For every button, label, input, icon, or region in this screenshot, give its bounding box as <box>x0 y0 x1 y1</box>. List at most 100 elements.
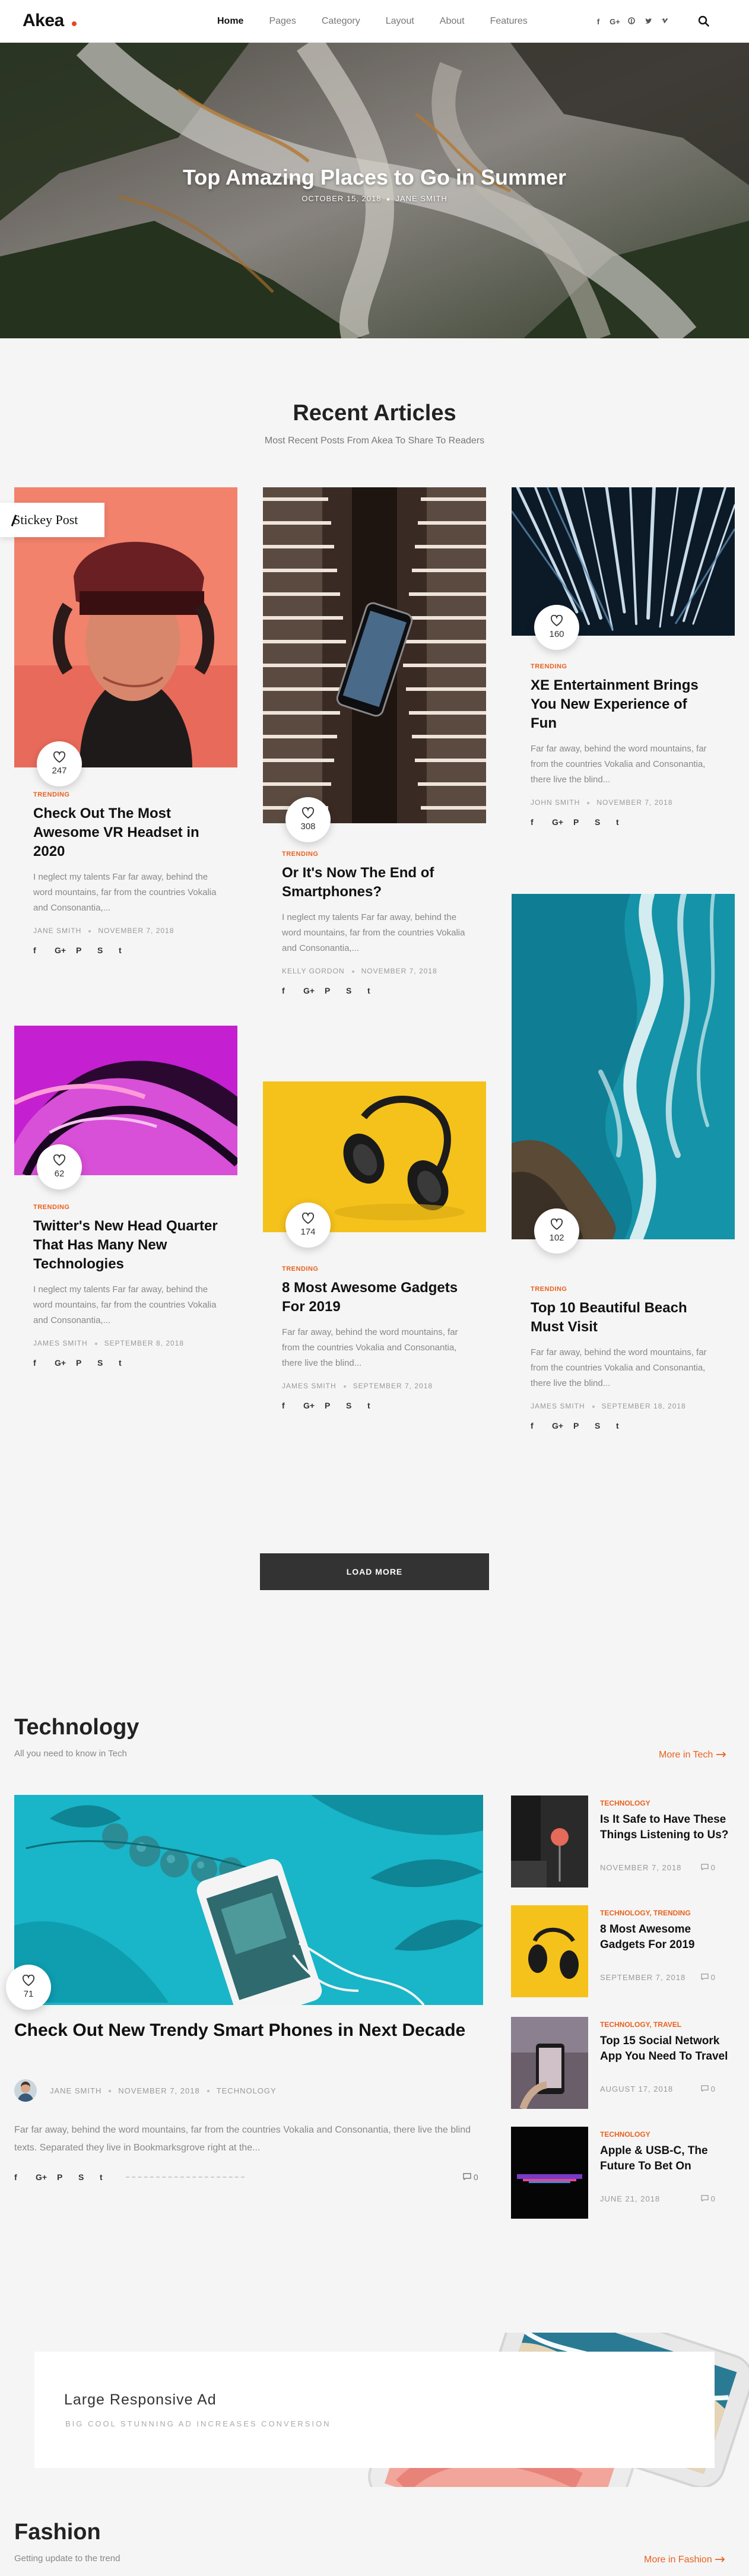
side-article-thumb[interactable] <box>511 2127 588 2219</box>
category-tag[interactable]: TRENDING <box>33 791 218 798</box>
side-article-category[interactable]: TECHNOLOGY <box>600 1799 650 1807</box>
side-article-category[interactable]: TECHNOLOGY, TRAVEL <box>600 2020 681 2029</box>
like-button[interactable]: 62 <box>37 1144 82 1189</box>
article-image[interactable] <box>512 894 735 1239</box>
google-plus-icon[interactable]: G+ <box>55 1358 76 1368</box>
stumbleupon-icon[interactable]: S <box>97 1358 119 1368</box>
pinterest-icon[interactable]: P <box>76 946 97 955</box>
twitter-icon[interactable]: t <box>616 1421 637 1430</box>
author-name[interactable]: JAMES SMITH <box>282 1382 337 1390</box>
facebook-icon[interactable]: f <box>14 2172 36 2182</box>
ad-title[interactable]: Large Responsive Ad <box>64 2391 217 2409</box>
like-button[interactable]: 174 <box>285 1203 331 1248</box>
nav-category[interactable]: Category <box>322 16 360 27</box>
facebook-icon[interactable]: f <box>282 986 303 995</box>
facebook-icon[interactable]: f <box>531 1421 552 1430</box>
category-tag[interactable]: TRENDING <box>282 1265 467 1273</box>
category-tag[interactable]: TRENDING <box>531 1286 716 1293</box>
google-plus-icon[interactable]: G+ <box>303 986 325 995</box>
category-tag[interactable]: TRENDING <box>531 663 716 670</box>
author-name[interactable]: JOHN SMITH <box>531 798 580 807</box>
stumbleupon-icon[interactable]: S <box>97 946 119 955</box>
nav-about[interactable]: About <box>440 16 465 27</box>
facebook-icon[interactable]: f <box>590 17 607 26</box>
pinterest-icon[interactable]: P <box>573 1421 595 1430</box>
hero-title[interactable]: Top Amazing Places to Go in Summer <box>0 165 749 190</box>
twitter-icon[interactable]: t <box>119 946 140 955</box>
search-icon[interactable] <box>698 15 710 27</box>
featured-tech-title[interactable]: Check Out New Trendy Smart Phones in Nex… <box>14 2019 483 2042</box>
stumbleupon-icon[interactable]: S <box>78 2172 100 2182</box>
nav-layout[interactable]: Layout <box>386 16 414 27</box>
side-article-thumb[interactable] <box>511 1905 588 1997</box>
comment-count[interactable]: 0 <box>701 1863 715 1872</box>
side-article-thumb[interactable] <box>511 1795 588 1887</box>
author-name[interactable]: JANE SMITH <box>50 2086 101 2095</box>
site-logo[interactable]: Akea <box>23 11 64 31</box>
avatar[interactable] <box>14 2079 37 2102</box>
category-tag[interactable]: TRENDING <box>33 1204 218 1211</box>
twitter-icon[interactable]: t <box>100 2172 121 2182</box>
google-plus-icon[interactable]: G+ <box>36 2172 57 2182</box>
google-plus-icon[interactable]: G+ <box>607 17 623 26</box>
twitter-icon[interactable]: t <box>367 1401 389 1410</box>
google-plus-icon[interactable]: G+ <box>303 1401 325 1410</box>
comment-count[interactable]: 0 <box>701 2085 715 2093</box>
author-name[interactable]: JAMES SMITH <box>33 1339 88 1347</box>
twitter-icon[interactable]: t <box>119 1358 140 1368</box>
like-button[interactable]: 160 <box>534 605 579 650</box>
hero-banner[interactable]: Top Amazing Places to Go in Summer OCTOB… <box>0 43 749 338</box>
stumbleupon-icon[interactable]: S <box>346 1401 367 1410</box>
article-title[interactable]: Or It's Now The End of Smartphones? <box>282 864 467 902</box>
like-button[interactable]: 308 <box>285 797 331 842</box>
twitter-icon[interactable]: t <box>616 817 637 827</box>
pinterest-icon[interactable]: P <box>325 986 346 995</box>
comment-count[interactable]: 0 <box>701 1973 715 1982</box>
author-name[interactable]: KELLY GORDON <box>282 967 345 975</box>
vimeo-icon[interactable] <box>656 17 673 26</box>
featured-tech-image[interactable] <box>14 1795 483 2005</box>
author-name[interactable]: JANE SMITH <box>33 927 81 935</box>
stumbleupon-icon[interactable]: S <box>346 986 367 995</box>
google-plus-icon[interactable]: G+ <box>55 946 76 955</box>
pinterest-icon[interactable]: P <box>573 817 595 827</box>
pinterest-icon[interactable]: P <box>76 1358 97 1368</box>
side-article-title[interactable]: Is It Safe to Have These Things Listenin… <box>600 1812 737 1843</box>
more-in-fashion-link[interactable]: More in Fashion <box>644 2555 725 2565</box>
side-article-title[interactable]: 8 Most Awesome Gadgets For 2019 <box>600 1922 737 1953</box>
nav-features[interactable]: Features <box>490 16 528 27</box>
facebook-icon[interactable]: f <box>33 1358 55 1368</box>
category-link[interactable]: TECHNOLOGY <box>217 2086 277 2095</box>
nav-home[interactable]: Home <box>217 16 243 27</box>
article-title[interactable]: Check Out The Most Awesome VR Headset in… <box>33 804 218 861</box>
category-tag[interactable]: TRENDING <box>282 851 467 858</box>
pinterest-icon[interactable] <box>623 17 640 26</box>
facebook-icon[interactable]: f <box>33 946 55 955</box>
side-article-thumb[interactable] <box>511 2017 588 2109</box>
like-button[interactable]: 247 <box>37 741 82 786</box>
hero-author[interactable]: JANE SMITH <box>395 194 447 203</box>
twitter-icon[interactable] <box>640 17 656 26</box>
article-title[interactable]: Top 10 Beautiful Beach Must Visit <box>531 1299 716 1337</box>
side-article-category[interactable]: TECHNOLOGY <box>600 2130 650 2139</box>
side-article-title[interactable]: Top 15 Social Network App You Need To Tr… <box>600 2033 737 2064</box>
twitter-icon[interactable]: t <box>367 986 389 995</box>
article-title[interactable]: Twitter's New Head Quarter That Has Many… <box>33 1217 218 1274</box>
google-plus-icon[interactable]: G+ <box>552 1421 573 1430</box>
google-plus-icon[interactable]: G+ <box>552 817 573 827</box>
facebook-icon[interactable]: f <box>531 817 552 827</box>
article-title[interactable]: XE Entertainment Brings You New Experien… <box>531 676 716 733</box>
facebook-icon[interactable]: f <box>282 1401 303 1410</box>
ad-content-box[interactable] <box>34 2352 715 2468</box>
article-image[interactable] <box>263 487 486 823</box>
side-article-title[interactable]: Apple & USB-C, The Future To Bet On <box>600 2143 737 2174</box>
more-in-tech-link[interactable]: More in Tech <box>659 1750 726 1760</box>
pinterest-icon[interactable]: P <box>57 2172 78 2182</box>
side-article-category[interactable]: TECHNOLOGY, TRENDING <box>600 1909 691 1917</box>
comment-count[interactable]: 0 <box>463 2172 478 2182</box>
stumbleupon-icon[interactable]: S <box>595 1421 616 1430</box>
load-more-button[interactable]: LOAD MORE <box>260 1553 489 1590</box>
nav-pages[interactable]: Pages <box>269 16 296 27</box>
like-button[interactable]: 71 <box>6 1965 51 2010</box>
author-name[interactable]: JAMES SMITH <box>531 1402 585 1410</box>
